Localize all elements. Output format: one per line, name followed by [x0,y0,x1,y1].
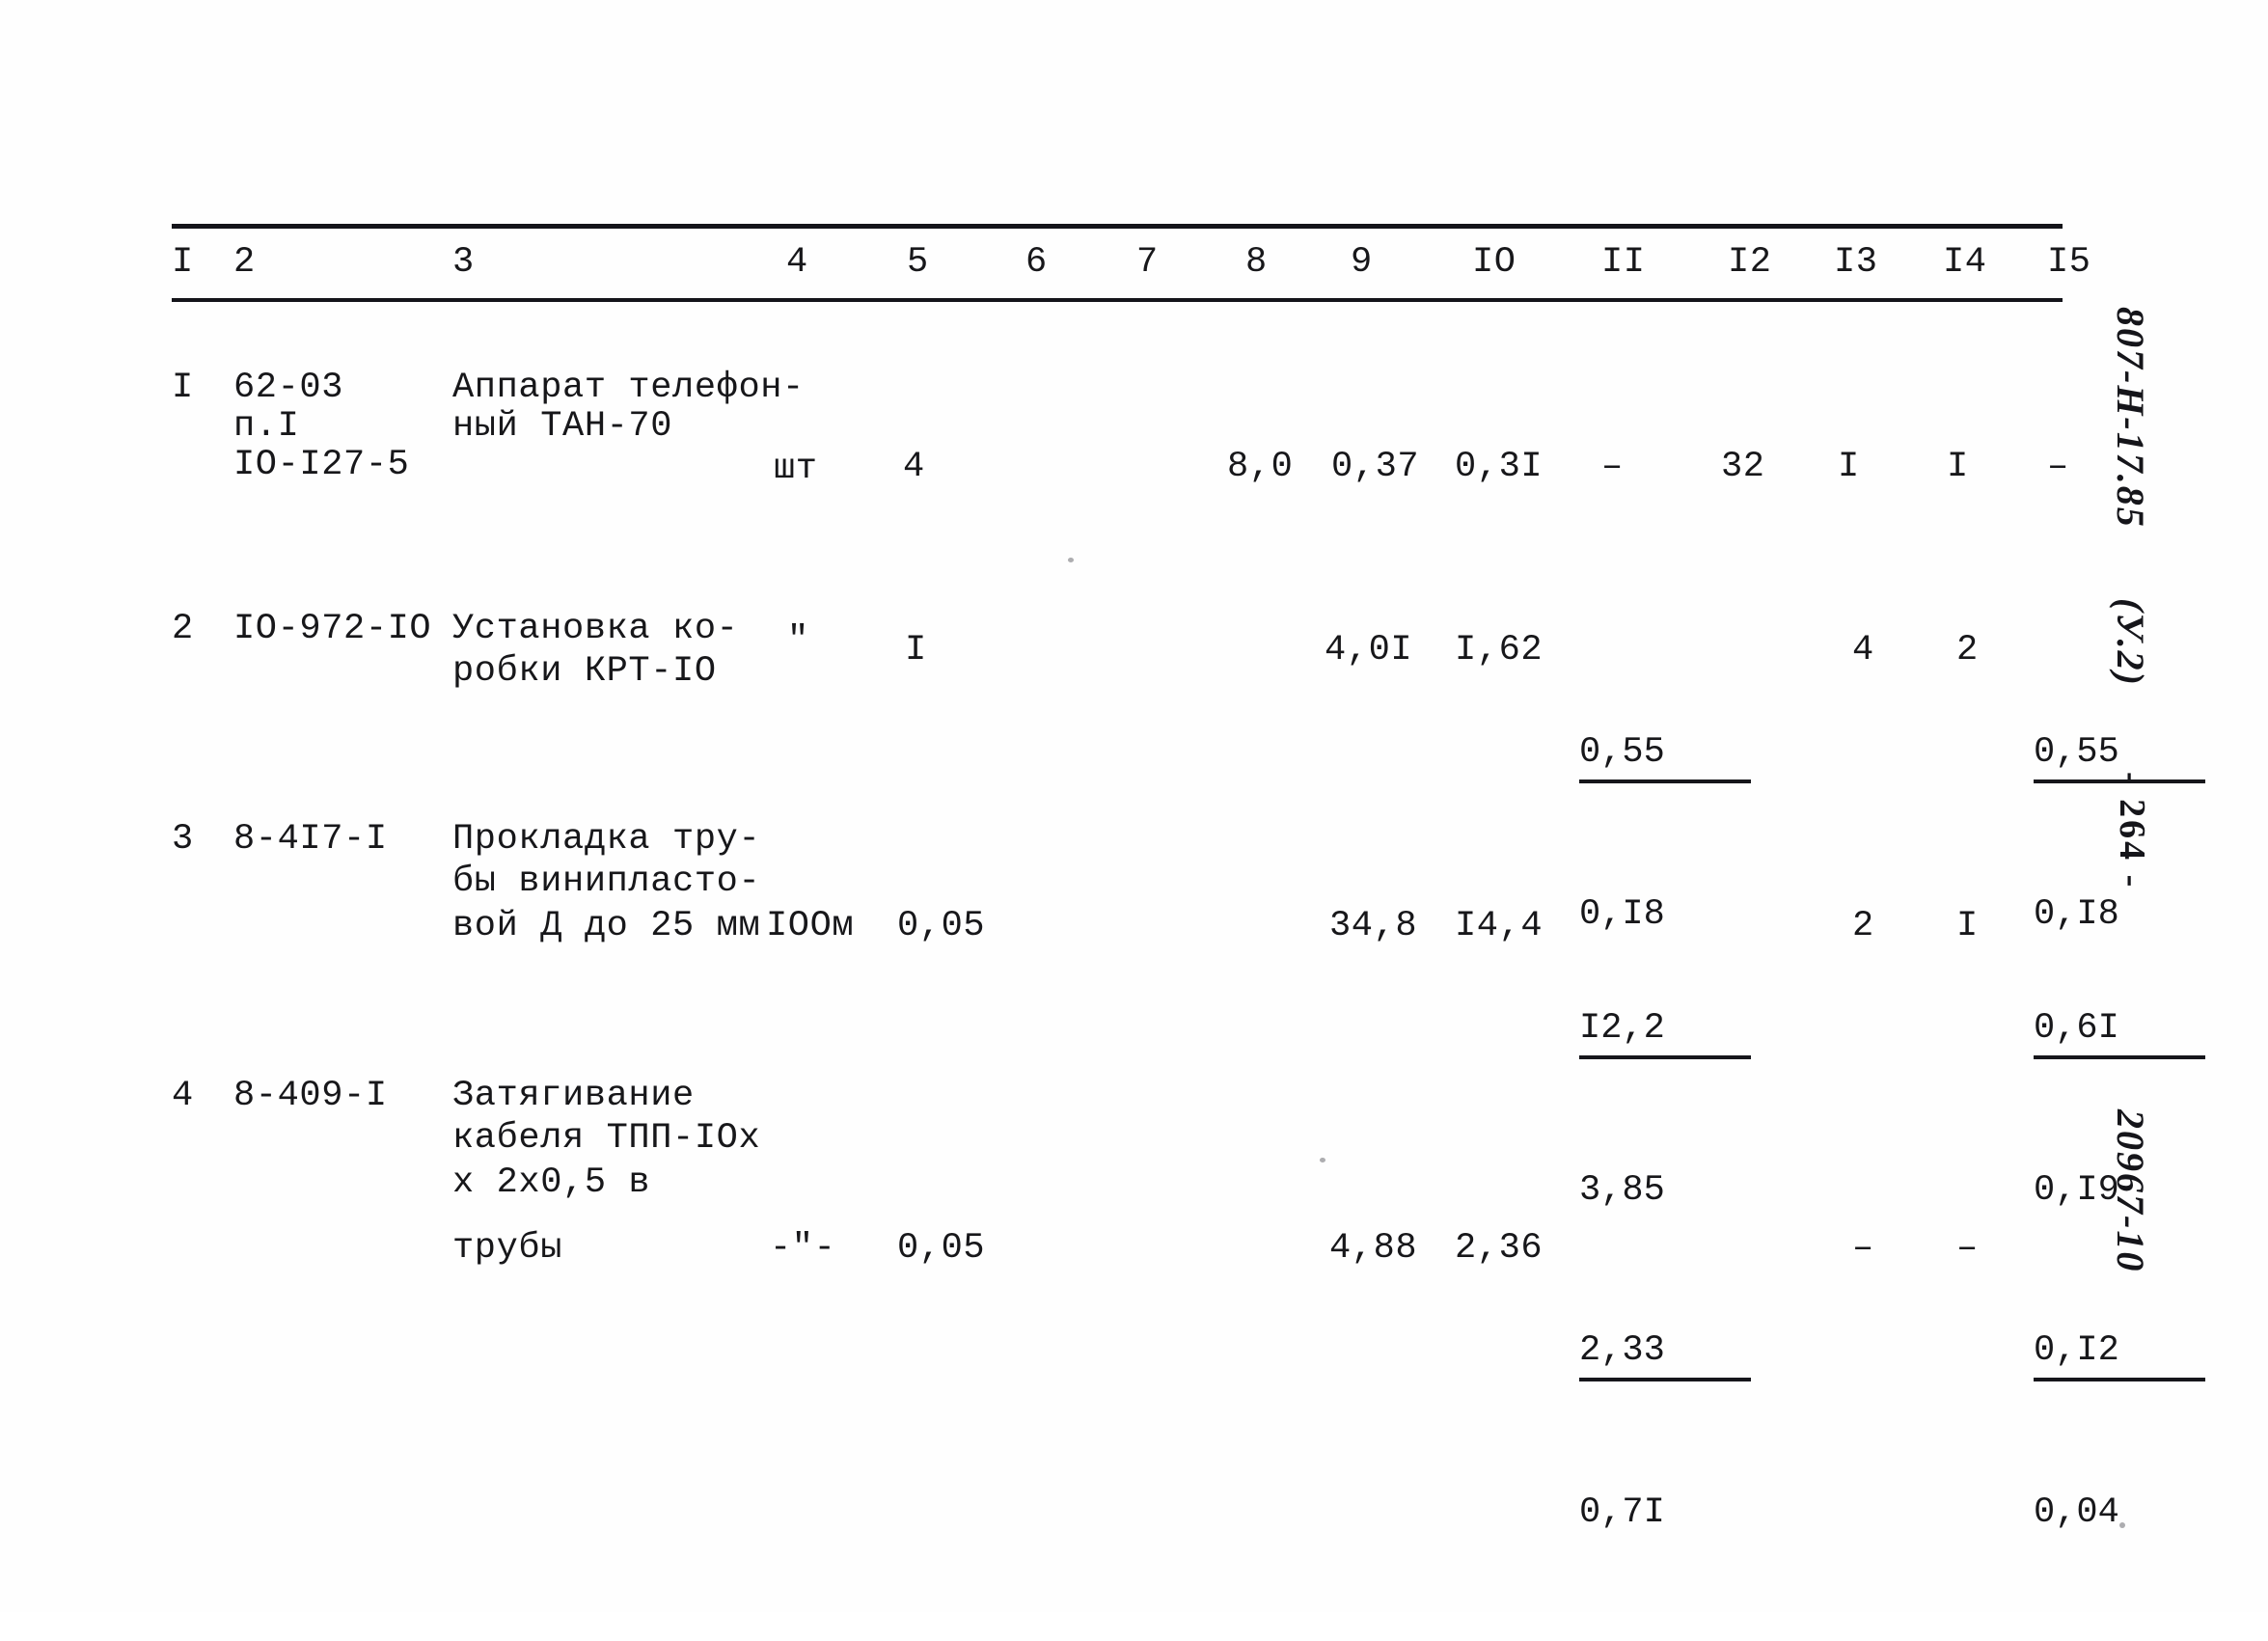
row-1-col-14: I [1947,447,1969,487]
row-3-col-10: I4,4 [1455,906,1544,946]
column-header-15: I5 [2047,242,2091,283]
column-header-2: 2 [233,242,256,283]
row-1-col-3-line2: ный ТАН-70 [452,406,673,447]
row-3-col-13: 2 [1852,906,1874,946]
row-3-col-11-numerator: I2,2 [1579,1003,1751,1059]
row-1-col-4: шт [774,449,818,489]
row-2-col-3-line2: робки КРТ-IO [452,651,717,692]
row-2-col-5: I [905,630,927,670]
table-header-row: I 2 3 4 5 6 7 8 9 IO II I2 I3 I4 I5 [172,229,2090,298]
column-header-3: 3 [452,242,475,283]
row-4-col-11-numerator: 2,33 [1579,1326,1751,1381]
row-4-col-4: -"- [770,1228,836,1269]
row-2-col-1: 2 [172,609,194,649]
column-header-10: IO [1472,242,1517,283]
column-header-7: 7 [1136,242,1159,283]
row-4-col-3-line3: х 2х0,5 в [452,1162,651,1203]
row-4-col-10: 2,36 [1455,1228,1544,1269]
row-2-col-9: 4,0I [1325,630,1413,670]
estimate-table: I 2 3 4 5 6 7 8 9 IO II I2 I3 I4 I5 [172,224,2090,302]
row-4-col-13: – [1852,1228,1874,1269]
row-4-col-14: – [1956,1228,1979,1269]
row-1-col-15: – [2047,447,2069,487]
row-2-col-4: " [787,620,809,661]
row-2-col-14: 2 [1956,630,1979,670]
row-2-col-10: I,62 [1455,630,1544,670]
row-1-col-12: 32 [1721,447,1765,487]
row-3-col-15-numerator: 0,6I [2034,1003,2205,1059]
column-header-13: I3 [1834,242,1878,283]
column-header-5: 5 [907,242,929,283]
row-4-col-5: 0,05 [897,1228,986,1269]
scan-speck [2119,1522,2125,1528]
row-1-col-5: 4 [903,447,925,487]
row-1-col-2-line3: IO-I27-5 [233,445,410,485]
row-3-col-11-denominator: 3,85 [1579,1170,1665,1211]
row-4-col-2-line1: 8-409-I [233,1076,388,1116]
row-4-col-1: 4 [172,1076,194,1116]
row-1-col-13: I [1838,447,1860,487]
row-1-col-10: 0,3I [1455,447,1544,487]
row-1-col-9: 0,37 [1331,447,1420,487]
margin-page-number: - 264 - [2112,772,2152,890]
margin-stamp-code: 807-Н-17.85 [2109,307,2152,529]
column-header-12: I2 [1728,242,1772,283]
row-4-col-15-fraction: 0,I2 0,04 [2034,1223,2205,1641]
row-4-col-3-line4: трубы [452,1228,563,1269]
row-4-col-15-numerator: 0,I2 [2034,1326,2205,1381]
row-3-col-4: IOOм [766,906,855,946]
column-header-9: 9 [1351,242,1373,283]
row-3-col-5: 0,05 [897,906,986,946]
column-header-11: II [1601,242,1646,283]
row-3-col-3-line3: вой Д до 25 мм [452,906,761,946]
scan-speck [1320,1158,1325,1162]
row-4-col-9: 4,88 [1329,1228,1418,1269]
row-3-col-1: 3 [172,819,194,860]
table-header-rule [172,298,2063,302]
margin-stamp-revision: (У.2) [2109,598,2152,687]
column-header-8: 8 [1245,242,1268,283]
scan-speck [1068,558,1074,562]
row-1-col-1: I [172,368,194,408]
row-3-col-14: I [1956,906,1979,946]
row-1-col-11: – [1601,447,1624,487]
column-header-4: 4 [786,242,808,283]
row-3-col-2-line1: 8-4I7-I [233,819,388,860]
row-4-col-15-denominator: 0,04 [2034,1492,2119,1533]
row-2-col-11-numerator: 0,55 [1579,727,1751,783]
row-2-col-2-line1: IO-972-IO [233,609,432,649]
row-3-col-9: 34,8 [1329,906,1418,946]
row-4-col-11-denominator: 0,7I [1579,1492,1665,1533]
column-header-14: I4 [1943,242,1987,283]
column-header-1: I [172,242,194,283]
column-header-6: 6 [1025,242,1048,283]
margin-stamp-document: 20967-10 [2109,1109,2152,1273]
row-1-col-8: 8,0 [1227,447,1294,487]
estimate-table-body: I 62-03 п.I IO-I27-5 Аппарат телефон- ны… [172,318,2205,1533]
row-2-col-13: 4 [1852,630,1874,670]
document-page: I 2 3 4 5 6 7 8 9 IO II I2 I3 I4 I5 I 6 2… [0,0,2268,1612]
row-4-col-11-fraction: 2,33 0,7I [1579,1223,1751,1641]
